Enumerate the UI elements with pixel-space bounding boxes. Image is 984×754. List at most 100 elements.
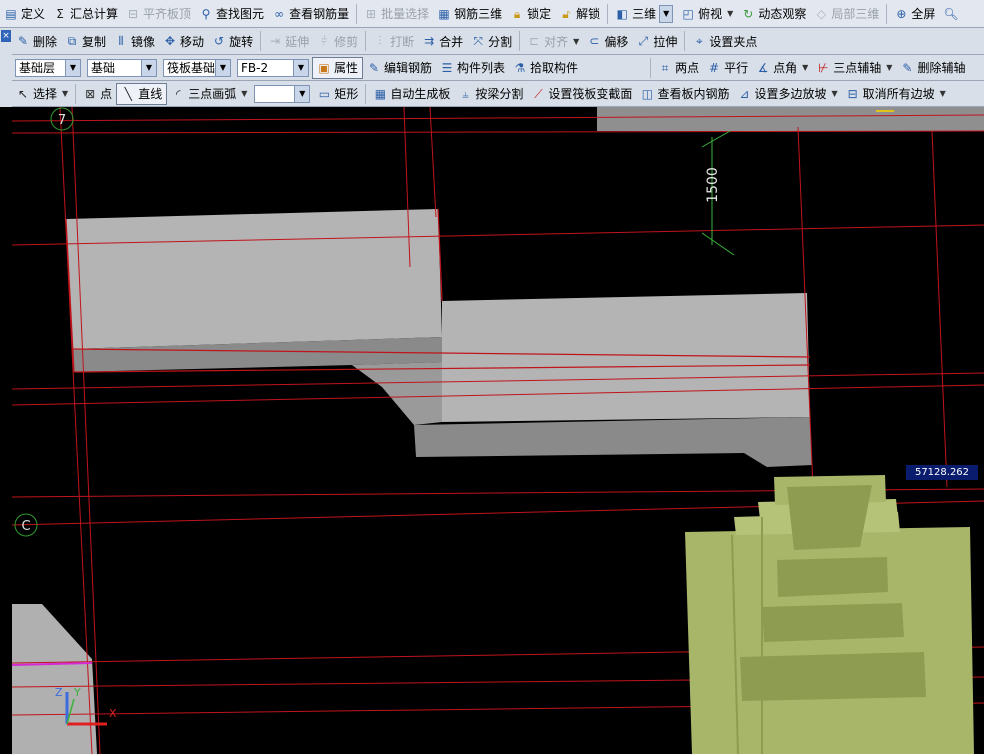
- sum-calc-button[interactable]: Σ 汇总计算: [49, 3, 122, 25]
- dynamic-view-button[interactable]: ↻ 动态观察: [737, 3, 810, 25]
- rotate-icon: ↺: [214, 34, 225, 48]
- line-button[interactable]: ╲ 直线: [116, 82, 168, 105]
- arc-value-select[interactable]: ▼: [254, 84, 311, 103]
- rebar-icon: ∞: [274, 6, 285, 21]
- view-rebar-button[interactable]: ∞ 查看钢筋量: [268, 3, 353, 25]
- chevron-down-icon: ▼: [141, 59, 156, 76]
- fullscreen-button[interactable]: ⊕ 全屏: [890, 3, 939, 25]
- unlock-button[interactable]: 🔓︎ 解锁: [555, 3, 604, 25]
- grip-icon: ⌖: [695, 34, 703, 48]
- point-angle-icon: ∡: [757, 60, 769, 75]
- separator: [365, 31, 367, 51]
- component-type-select[interactable]: 筏板基础 ▼: [163, 58, 231, 77]
- draw-toolbar: ↖ 选择 ▼ ⊠ 点 ╲ 直线 ◜ 三点画弧 ▼ ▼ ▭ 矩形 ▦ 自动生成板 ⫨ 按梁分割 ⟋ 设…: [12, 81, 984, 107]
- edit-rebar-button[interactable]: ✎ 编辑钢筋: [363, 57, 436, 79]
- chevron-down-icon: ▼: [939, 89, 946, 98]
- zoom-more-button[interactable]: 🔍︎: [939, 3, 961, 25]
- define-button[interactable]: ▤ 定义: [0, 3, 49, 25]
- select-button[interactable]: ↖ 选择 ▼: [12, 83, 72, 105]
- point-angle-button[interactable]: ∡ 点角 ▼: [752, 57, 812, 79]
- set-grip-button[interactable]: ⌖ 设置夹点: [688, 30, 761, 52]
- slab-edge-top: [597, 107, 984, 131]
- align-button[interactable]: ⊏ 对齐 ▼: [523, 30, 583, 52]
- view-3d-button[interactable]: ◧ 三维 ▼: [611, 3, 677, 25]
- dimension-text: 1500: [705, 167, 721, 203]
- chevron-down-icon: ▼: [831, 89, 838, 98]
- local-3d-button[interactable]: ◇ 局部三维: [810, 3, 883, 25]
- binoculars-icon: ⚲: [201, 6, 211, 21]
- category-select[interactable]: 基础 ▼: [87, 58, 157, 77]
- mirror-icon: ⫴: [118, 34, 124, 48]
- view-3d-dropdown[interactable]: ▼: [659, 4, 674, 23]
- set-raft-section-button[interactable]: ⟋ 设置筏板变截面: [527, 83, 636, 105]
- move-button[interactable]: ✥ 移动: [159, 30, 208, 52]
- view-slab-rebar-button[interactable]: ◫ 查看板内钢筋: [636, 83, 733, 105]
- break-button[interactable]: ⫶ 打断: [369, 30, 418, 52]
- eyedropper-icon: ⚗: [514, 60, 526, 75]
- rectangle-icon: ▭: [318, 86, 331, 101]
- sigma-icon: Σ: [56, 6, 64, 21]
- pick-component-button[interactable]: ⚗ 拾取构件: [509, 57, 582, 79]
- stretch-button[interactable]: ⤢ 拉伸: [632, 30, 681, 52]
- foundation-face-3: [777, 557, 888, 597]
- parallel-button[interactable]: # 平行: [703, 57, 752, 79]
- offset-button[interactable]: ⊂ 偏移: [583, 30, 632, 52]
- lock-button[interactable]: 🔒︎ 锁定: [506, 3, 555, 25]
- trim-icon: ⫩: [320, 34, 328, 48]
- arc-icon: ◜: [175, 86, 181, 101]
- top-view-button[interactable]: ◰ 俯视 ▼: [677, 3, 737, 25]
- extend-button[interactable]: ⇥ 延伸: [264, 30, 313, 52]
- rectangle-button[interactable]: ▭ 矩形: [313, 83, 362, 105]
- separator: [684, 31, 686, 51]
- component-list-button[interactable]: ☰ 构件列表: [436, 57, 509, 79]
- drawing-canvas[interactable]: 7 C 1500 X Y Z: [12, 107, 984, 754]
- two-points-button[interactable]: ⌗ 两点: [654, 57, 703, 79]
- find-element-button[interactable]: ⚲ 查找图元: [195, 3, 268, 25]
- three-point-axis-button[interactable]: ⊬ 三点辅轴 ▼: [812, 57, 896, 79]
- trim-button[interactable]: ⫩ 修剪: [313, 30, 362, 52]
- rotate-button[interactable]: ↺ 旋转: [208, 30, 257, 52]
- batch-select-button[interactable]: ⊞ 批量选择: [360, 3, 433, 25]
- cancel-slope-icon: ⊟: [847, 86, 858, 101]
- merge-button[interactable]: ⇉ 合并: [418, 30, 467, 52]
- axis-z-label: Z: [55, 686, 63, 699]
- slope-icon: ⊿: [739, 86, 750, 101]
- chevron-down-icon: ▼: [294, 85, 310, 102]
- properties-button[interactable]: ▣ 属性: [312, 56, 364, 79]
- chevron-down-icon: ▼: [215, 59, 230, 76]
- point-button[interactable]: ⊠ 点: [79, 83, 116, 105]
- separator: [886, 3, 888, 24]
- separator: [356, 3, 358, 24]
- rebar-3d-button[interactable]: ▦ 钢筋三维: [433, 3, 506, 25]
- auto-generate-slab-button[interactable]: ▦ 自动生成板: [369, 83, 454, 105]
- layer-select[interactable]: 基础层 ▼: [15, 58, 81, 77]
- main-toolbar: ▤ 定义 Σ 汇总计算 ⊟ 平齐板顶 ⚲ 查找图元 ∞ 查看钢筋量 ⊞ 批量选择 ▦ 钢筋三维…: [0, 0, 984, 28]
- flat-top-button[interactable]: ⊟ 平齐板顶: [122, 3, 195, 25]
- grid-icon: ▦: [374, 86, 387, 101]
- split-by-beam-button[interactable]: ⫨ 按梁分割: [454, 83, 527, 105]
- align-icon: ⊏: [529, 34, 540, 48]
- magnifier-icon: 🔍︎: [943, 6, 959, 21]
- delete-axis-button[interactable]: ✎ 删除辅轴: [896, 57, 969, 79]
- copy-button[interactable]: ⧉ 复制: [61, 30, 110, 52]
- axis-label-7: 7: [58, 113, 66, 128]
- set-multi-slope-button[interactable]: ⊿ 设置多边放坡 ▼: [733, 83, 841, 105]
- component-select[interactable]: FB-2 ▼: [237, 58, 309, 77]
- top-view-icon: ◰: [682, 6, 694, 21]
- axis-y-label: Y: [73, 686, 81, 699]
- three-point-arc-button[interactable]: ◜ 三点画弧 ▼: [167, 83, 251, 105]
- mirror-button[interactable]: ⫴ 镜像: [110, 30, 159, 52]
- separator: [260, 31, 262, 51]
- eraser-icon: ✎: [902, 60, 913, 75]
- chevron-down-icon: ▼: [65, 59, 80, 76]
- split-button[interactable]: ⤧ 分割: [467, 30, 516, 52]
- eraser-icon: ✎: [17, 34, 29, 48]
- delete-button[interactable]: ✎ 删除: [12, 30, 61, 52]
- foundation-face-1: [740, 652, 926, 701]
- cancel-all-slope-button[interactable]: ⊟ 取消所有边坡 ▼: [842, 83, 950, 105]
- break-icon: ⫶: [378, 34, 382, 48]
- stretch-icon: ⤢: [638, 34, 649, 48]
- axis-x-label: X: [109, 707, 117, 720]
- close-icon[interactable]: ×: [1, 30, 11, 42]
- orbit-icon: ↻: [743, 6, 754, 21]
